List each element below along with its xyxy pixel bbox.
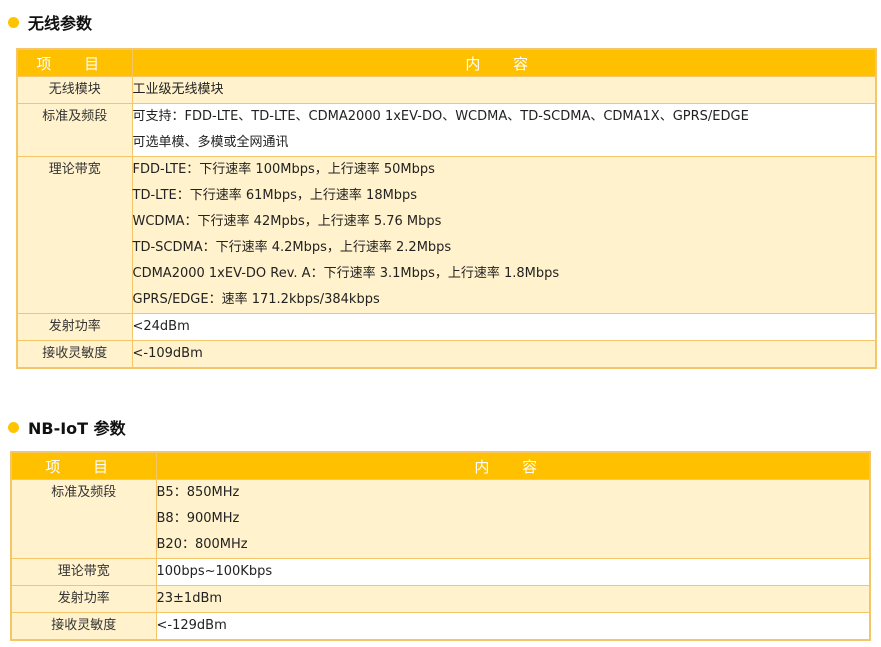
row-key: 发射功率 (10, 585, 157, 613)
value-line: <-109dBm (132, 346, 203, 361)
section-title-text: NB-IoT 参数 (28, 419, 126, 438)
value-line: 可选单模、多模或全网通讯 (132, 135, 289, 150)
bullet-dot-icon (8, 421, 19, 433)
table-row: 标准及频段 可支持：FDD-LTE、TD-LTE、CDMA2000 1xEV-D… (16, 103, 877, 157)
value-line: B8：900MHz (156, 511, 240, 526)
value-line: FDD-LTE：下行速率 100Mbps，上行速率 50Mbps (132, 162, 435, 177)
header-content: 内 容 (155, 451, 871, 480)
row-value: <24dBm (131, 313, 877, 341)
row-key: 理论带宽 (10, 558, 157, 586)
row-value: <-109dBm (131, 340, 877, 369)
value-line: 工业级无线模块 (132, 82, 224, 97)
value-line: TD-LTE：下行速率 61Mbps，上行速率 18Mbps (132, 188, 418, 203)
wireless-spec-table: 项 目 内 容 无线模块 工业级无线模块 标准及频段 可支持：FDD-LTE、T… (16, 48, 877, 369)
row-key: 发射功率 (16, 313, 133, 341)
row-key: 无线模块 (16, 76, 133, 104)
table-row: 无线模块 工业级无线模块 (16, 76, 877, 104)
table-row: 理论带宽 FDD-LTE：下行速率 100Mbps，上行速率 50Mbps TD… (16, 156, 877, 314)
section-title-wireless: 无线参数 (8, 10, 92, 34)
section-title-nbiot: NB-IoT 参数 (8, 415, 126, 439)
row-key: 标准及频段 (16, 103, 133, 157)
value-line: 可支持：FDD-LTE、TD-LTE、CDMA2000 1xEV-DO、WCDM… (132, 109, 749, 124)
value-line: WCDMA：下行速率 42Mpbs，上行速率 5.76 Mbps (132, 214, 442, 229)
row-key: 标准及频段 (10, 479, 157, 559)
table-row: 接收灵敏度 <-129dBm (10, 612, 871, 641)
value-line: <24dBm (132, 319, 190, 334)
header-item: 项 目 (16, 48, 133, 77)
value-line: GPRS/EDGE：速率 171.2kbps/384kbps (132, 292, 380, 307)
section-title-text: 无线参数 (28, 14, 93, 33)
row-value: B5：850MHz B8：900MHz B20：800MHz (155, 479, 871, 559)
row-value: <-129dBm (155, 612, 871, 641)
header-content: 内 容 (131, 48, 877, 77)
nbiot-spec-table: 项 目 内 容 标准及频段 B5：850MHz B8：900MHz B20：80… (10, 451, 871, 641)
header-item: 项 目 (10, 451, 157, 480)
row-key: 理论带宽 (16, 156, 133, 314)
table-header-row: 项 目 内 容 (10, 451, 871, 480)
table-row: 接收灵敏度 <-109dBm (16, 340, 877, 369)
row-value: 23±1dBm (155, 585, 871, 613)
value-line: CDMA2000 1xEV-DO Rev. A：下行速率 3.1Mbps，上行速… (132, 266, 560, 281)
row-value: 工业级无线模块 (131, 76, 877, 104)
row-value: 100bps~100Kbps (155, 558, 871, 586)
table-row: 理论带宽 100bps~100Kbps (10, 558, 871, 586)
value-line: TD-SCDMA：下行速率 4.2Mbps，上行速率 2.2Mbps (132, 240, 452, 255)
row-value: 可支持：FDD-LTE、TD-LTE、CDMA2000 1xEV-DO、WCDM… (131, 103, 877, 157)
table-row: 发射功率 23±1dBm (10, 585, 871, 613)
table-row: 标准及频段 B5：850MHz B8：900MHz B20：800MHz (10, 479, 871, 559)
value-line: B5：850MHz (156, 485, 240, 500)
row-key: 接收灵敏度 (10, 612, 157, 641)
value-line: 23±1dBm (156, 591, 223, 606)
bullet-dot-icon (8, 16, 19, 28)
value-line: 100bps~100Kbps (156, 564, 273, 579)
value-line: <-129dBm (156, 618, 227, 633)
table-header-row: 项 目 内 容 (16, 48, 877, 77)
row-key: 接收灵敏度 (16, 340, 133, 369)
table-row: 发射功率 <24dBm (16, 313, 877, 341)
value-line: B20：800MHz (156, 537, 248, 552)
row-value: FDD-LTE：下行速率 100Mbps，上行速率 50Mbps TD-LTE：… (131, 156, 877, 314)
